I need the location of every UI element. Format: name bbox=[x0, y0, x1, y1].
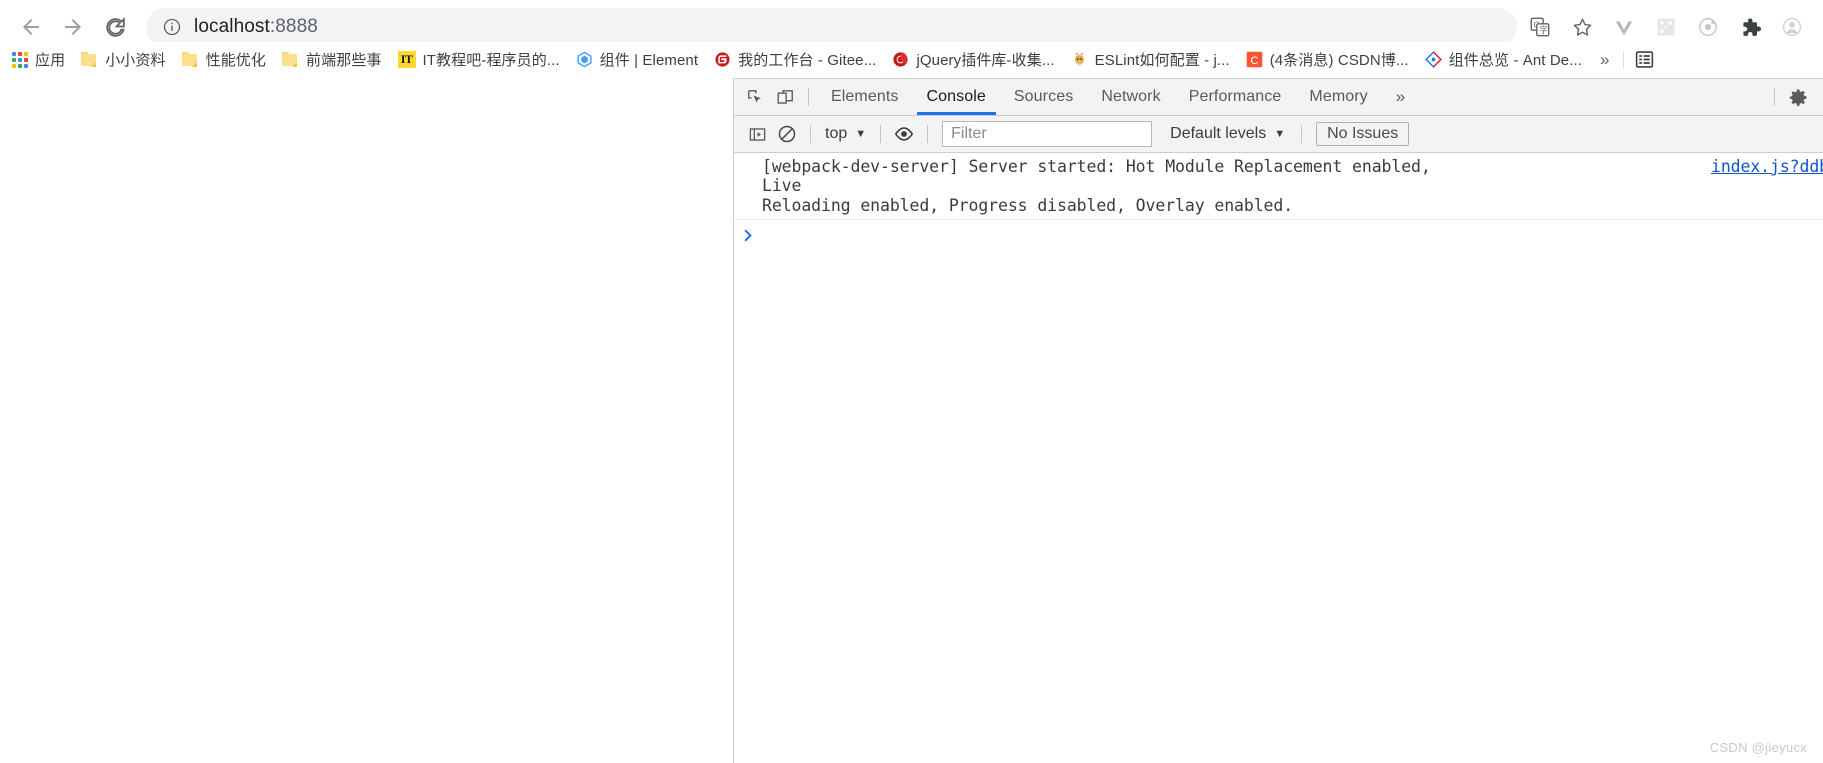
prompt-chevron-icon bbox=[744, 228, 755, 245]
svg-text:字: 字 bbox=[1540, 25, 1548, 35]
more-tabs-button[interactable]: » bbox=[1382, 87, 1419, 107]
bookmark-folder-performance[interactable]: 性能优化 bbox=[174, 46, 274, 74]
bookmark-label: (4条消息) CSDN博... bbox=[1269, 52, 1409, 69]
info-circle-icon[interactable] bbox=[162, 17, 182, 37]
tab-network[interactable]: Network bbox=[1087, 79, 1174, 115]
it-badge-icon: IT bbox=[397, 51, 416, 68]
issues-button[interactable]: No Issues bbox=[1316, 122, 1410, 146]
inspect-element-icon[interactable] bbox=[740, 83, 770, 111]
apps-grid-icon bbox=[12, 51, 28, 68]
svg-text:C: C bbox=[1250, 55, 1258, 67]
watermark: CSDN @jieyucx bbox=[1709, 740, 1807, 755]
live-expression-eye-icon[interactable] bbox=[889, 120, 919, 148]
filter-placeholder: Filter bbox=[951, 125, 987, 142]
toolbar-divider bbox=[927, 125, 929, 143]
folder-icon bbox=[81, 52, 98, 67]
console-prompt[interactable] bbox=[734, 220, 1823, 251]
bookmark-label: 前端那些事 bbox=[306, 52, 382, 69]
toggle-device-toolbar-icon[interactable] bbox=[770, 83, 800, 111]
address-bar[interactable]: localhost:8888 bbox=[146, 8, 1517, 46]
bookmark-folder-xiaoxiaoziliao[interactable]: 小小资料 bbox=[73, 46, 173, 74]
execution-context-value: top bbox=[825, 125, 848, 142]
antdesign-icon bbox=[1424, 51, 1442, 68]
gitee-icon bbox=[715, 52, 730, 67]
bookmark-gitee[interactable]: 我的工作台 - Gitee... bbox=[706, 46, 884, 74]
tab-memory[interactable]: Memory bbox=[1295, 79, 1381, 115]
execution-context-select[interactable]: top ▼ bbox=[819, 121, 872, 147]
bookmark-label: IT教程吧-程序员的... bbox=[422, 52, 560, 69]
console-sidebar-icon[interactable] bbox=[742, 120, 772, 148]
bookmark-folder-frontend[interactable]: 前端那些事 bbox=[274, 46, 390, 74]
bookmark-label: 我的工作台 - Gitee... bbox=[738, 52, 877, 69]
settings-divider bbox=[1774, 88, 1775, 106]
browser-window: localhost:8888 G 字 bbox=[0, 0, 1823, 763]
filter-input[interactable]: Filter bbox=[942, 121, 1153, 147]
bookmark-ant-design[interactable]: 组件总览 - Ant De... bbox=[1417, 46, 1590, 74]
log-levels-select[interactable]: Default levels ▼ bbox=[1162, 121, 1293, 147]
bookmark-csdn[interactable]: C (4条消息) CSDN博... bbox=[1238, 46, 1417, 74]
url-text: localhost:8888 bbox=[194, 16, 318, 38]
bookmark-jquery-plugins[interactable]: jQuery插件库-收集... bbox=[884, 46, 1062, 74]
chevron-down-icon: ▼ bbox=[855, 128, 867, 140]
bookmark-label: 组件总览 - Ant De... bbox=[1448, 52, 1582, 69]
toolbar-divider bbox=[1301, 125, 1303, 143]
url-host: localhost bbox=[194, 16, 270, 37]
giraffe-icon bbox=[1074, 53, 1084, 66]
toolbar-divider bbox=[808, 88, 809, 106]
element-ui-icon bbox=[577, 51, 592, 68]
tab-elements[interactable]: Elements bbox=[817, 79, 913, 115]
bookmark-label: 小小资料 bbox=[105, 52, 166, 69]
bookmarks-bar: 应用 小小资料 性能优化 前端那些事 IT IT教程吧-程序员的... 组件 |… bbox=[0, 42, 1823, 78]
log-levels-value: Default levels bbox=[1170, 125, 1267, 142]
console-message-source-link[interactable]: index.js?ddb1: bbox=[1711, 157, 1823, 176]
bookmark-label: ESLint如何配置 - j... bbox=[1094, 52, 1230, 69]
jquery-plugin-icon bbox=[893, 52, 909, 67]
toolbar-divider bbox=[880, 125, 882, 143]
bookmark-label: 组件 | Element bbox=[599, 52, 699, 69]
console-message-text: [webpack-dev-server] Server started: Hot… bbox=[762, 157, 1431, 215]
folder-icon bbox=[181, 52, 199, 67]
devtools-panel: Elements Console Sources Network Perform… bbox=[733, 78, 1823, 763]
arrow-left-icon bbox=[23, 19, 39, 35]
bookmarks-divider bbox=[1623, 50, 1625, 69]
reading-list-icon bbox=[1636, 51, 1654, 68]
devtools-tab-bar: Elements Console Sources Network Perform… bbox=[734, 79, 1823, 116]
console-message-row[interactable]: [webpack-dev-server] Server started: Hot… bbox=[734, 153, 1823, 221]
reload-icon bbox=[105, 16, 125, 37]
console-toolbar: top ▼ Filter Default levels ▼ No Issues bbox=[734, 116, 1823, 153]
bookmark-element-ui[interactable]: 组件 | Element bbox=[568, 46, 706, 74]
tab-console[interactable]: Console bbox=[913, 79, 1000, 115]
bookmark-eslint-config[interactable]: ESLint如何配置 - j... bbox=[1063, 46, 1238, 74]
bookmarks-overflow-button[interactable]: » bbox=[1590, 50, 1619, 70]
arrow-right-icon bbox=[65, 19, 81, 35]
bookmark-it-tutorial[interactable]: IT IT教程吧-程序员的... bbox=[390, 46, 568, 74]
bookmark-label: 应用 bbox=[35, 52, 66, 69]
csdn-icon: C bbox=[1246, 51, 1262, 68]
bookmark-label: jQuery插件库-收集... bbox=[916, 52, 1055, 69]
tab-performance[interactable]: Performance bbox=[1175, 79, 1296, 115]
bookmark-label: 性能优化 bbox=[205, 52, 267, 69]
gear-icon[interactable] bbox=[1783, 83, 1813, 111]
folder-icon bbox=[282, 52, 299, 67]
chevron-down-icon: ▼ bbox=[1274, 128, 1286, 140]
reading-list-button[interactable] bbox=[1628, 46, 1661, 74]
console-output[interactable]: [webpack-dev-server] Server started: Hot… bbox=[734, 153, 1823, 763]
url-port: :8888 bbox=[269, 16, 318, 37]
clear-console-icon[interactable] bbox=[772, 120, 802, 148]
tab-sources[interactable]: Sources bbox=[1000, 79, 1087, 115]
bookmark-apps[interactable]: 应用 bbox=[4, 46, 73, 74]
toolbar-divider bbox=[810, 125, 811, 143]
